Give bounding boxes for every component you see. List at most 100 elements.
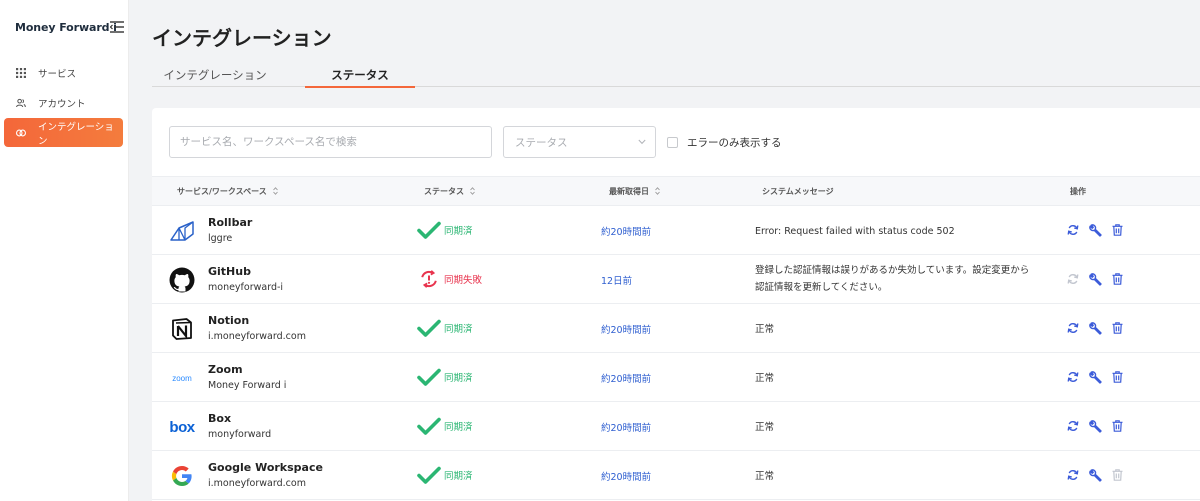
trash-icon[interactable]: [1106, 269, 1128, 289]
system-message: 正常: [755, 324, 775, 335]
workspace-name: monyforward: [208, 429, 272, 440]
last-fetched-link[interactable]: 約20時間前: [601, 224, 651, 238]
table-row: GitHub moneyforward-i 同期失敗 12日前 登録した認証情報…: [152, 255, 1200, 304]
system-message: 正常: [755, 373, 775, 384]
status-badge: 同期済: [416, 463, 473, 487]
menu-collapse-icon[interactable]: [110, 21, 124, 33]
table-row: Google Workspace i.moneyforward.com 同期済 …: [152, 451, 1200, 500]
system-message: 登録した認証情報は誤りがあるか失効しています。設定変更から認証情報を更新してくだ…: [755, 265, 1030, 293]
check-icon: [416, 414, 442, 438]
status-text: 同期失敗: [444, 275, 483, 286]
service-name: GitHub: [208, 265, 251, 278]
grid-icon: [16, 67, 26, 78]
trash-icon: [1106, 465, 1128, 485]
trash-icon[interactable]: [1106, 220, 1128, 240]
status-panel: ステータス エラーのみ表示する サービス/ワークスペース ステータス 最新取得日: [152, 108, 1200, 501]
sort-icon[interactable]: [272, 187, 278, 195]
notion-logo: [169, 316, 195, 342]
wrench-icon[interactable]: [1084, 318, 1106, 338]
column-header-status[interactable]: ステータス: [424, 177, 475, 205]
status-text: 同期済: [444, 422, 473, 433]
brand-name: Money Forward i: [15, 21, 117, 34]
status-badge: 同期失敗: [416, 267, 482, 291]
sync-icon[interactable]: [1062, 465, 1084, 485]
google-logo: [169, 463, 195, 489]
status-badge: 同期済: [416, 365, 473, 389]
sync-icon[interactable]: [1062, 318, 1084, 338]
tab-integrations[interactable]: インテグレーション: [152, 62, 278, 87]
sync-error-icon: [416, 267, 442, 291]
error-only-checkbox[interactable]: [667, 137, 678, 148]
wrench-icon[interactable]: [1084, 416, 1106, 436]
column-header-actions: 操作: [1070, 186, 1086, 196]
trash-icon[interactable]: [1106, 416, 1128, 436]
system-message: 正常: [755, 422, 775, 433]
sort-icon[interactable]: [470, 187, 475, 195]
service-name: Box: [208, 412, 232, 425]
table-row: zoom Zoom Money Forward i 同期済 約20時間前 正常: [152, 353, 1200, 402]
sidebar-item-label: サービス: [38, 68, 77, 80]
error-only-label: エラーのみ表示する: [687, 137, 782, 149]
workspace-name: moneyforward-i: [208, 282, 284, 293]
service-name: Rollbar: [208, 216, 253, 229]
sidebar-item-integrations[interactable]: インテグレーション: [4, 118, 123, 147]
sort-icon[interactable]: [655, 187, 660, 195]
last-fetched-link[interactable]: 約20時間前: [601, 420, 651, 434]
last-fetched-link[interactable]: 約20時間前: [601, 371, 651, 385]
last-fetched-link[interactable]: 12日前: [601, 273, 632, 287]
zoom-logo: zoom: [172, 373, 192, 383]
workspace-name: i.moneyforward.com: [208, 478, 306, 489]
status-text: 同期済: [444, 373, 473, 384]
workspace-name: i.moneyforward.com: [208, 331, 306, 342]
tab-bar: インテグレーション ステータス: [152, 62, 1200, 88]
wrench-icon[interactable]: [1084, 269, 1106, 289]
sync-icon: [1062, 269, 1084, 289]
table-row: Notion i.moneyforward.com 同期済 約20時間前 正常: [152, 304, 1200, 353]
last-fetched-link[interactable]: 約20時間前: [601, 322, 651, 336]
status-text: 同期済: [444, 226, 473, 237]
box-logo: box: [169, 418, 195, 436]
row-actions: [1062, 220, 1128, 240]
status-text: 同期済: [444, 324, 473, 335]
workspace-name: Money Forward i: [208, 380, 287, 391]
column-header-last-fetched[interactable]: 最新取得日: [609, 177, 660, 205]
wrench-icon[interactable]: [1084, 367, 1106, 387]
trash-icon[interactable]: [1106, 367, 1128, 387]
rollbar-logo: [169, 218, 195, 244]
last-fetched-link[interactable]: 約20時間前: [601, 469, 651, 483]
tab-status[interactable]: ステータス: [305, 62, 415, 88]
wrench-icon[interactable]: [1084, 465, 1106, 485]
column-header-service[interactable]: サービス/ワークスペース: [177, 177, 278, 205]
row-actions: [1062, 367, 1128, 387]
service-name: Zoom: [208, 363, 243, 376]
wrench-icon[interactable]: [1084, 220, 1106, 240]
trash-icon[interactable]: [1106, 318, 1128, 338]
check-icon: [416, 316, 442, 340]
table-row: box Box monyforward 同期済 約20時間前 正常: [152, 402, 1200, 451]
sync-icon[interactable]: [1062, 416, 1084, 436]
error-only-filter[interactable]: エラーのみ表示する: [667, 135, 782, 150]
row-actions: [1062, 318, 1128, 338]
row-actions: [1062, 416, 1128, 436]
sidebar-item-services[interactable]: サービス: [4, 58, 123, 87]
system-message: 正常: [755, 471, 775, 482]
row-actions: [1062, 465, 1128, 485]
search-input[interactable]: [169, 126, 492, 158]
sync-icon[interactable]: [1062, 220, 1084, 240]
chevron-down-icon: [638, 139, 646, 145]
check-icon: [416, 365, 442, 389]
workspace-name: lggre: [208, 233, 233, 244]
check-icon: [416, 463, 442, 487]
sidebar-item-accounts[interactable]: アカウント: [4, 88, 123, 117]
system-message: Error: Request failed with status code 5…: [755, 226, 955, 237]
check-icon: [416, 218, 442, 242]
sync-icon[interactable]: [1062, 367, 1084, 387]
row-actions: [1062, 269, 1128, 289]
table-row: Rollbar lggre 同期済 約20時間前 Error: Request …: [152, 206, 1200, 255]
sidebar-item-label: インテグレーション: [38, 121, 114, 147]
users-icon: [16, 98, 26, 108]
page-title: インテグレーション: [152, 26, 332, 50]
status-select[interactable]: ステータス: [503, 126, 656, 158]
sidebar-item-label: アカウント: [38, 98, 86, 110]
status-badge: 同期済: [416, 316, 473, 340]
